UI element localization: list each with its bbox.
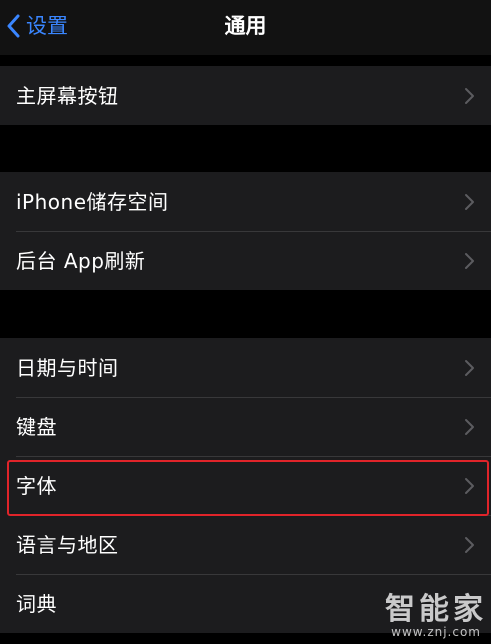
- chevron-right-icon: [465, 252, 474, 269]
- page-title: 通用: [224, 14, 267, 38]
- settings-group-locale: 日期与时间 键盘 字体 语言与地区 词典: [0, 338, 491, 633]
- settings-row-fonts[interactable]: 字体: [0, 456, 491, 515]
- chevron-right-icon: [465, 193, 474, 210]
- chevron-right-icon: [465, 477, 474, 494]
- settings-row-background-app-refresh[interactable]: 后台 App刷新: [0, 231, 491, 290]
- chevron-right-icon: [465, 536, 474, 553]
- chevron-right-icon: [465, 87, 474, 104]
- chevron-right-icon: [465, 359, 474, 376]
- settings-row-iphone-storage[interactable]: iPhone储存空间: [0, 172, 491, 231]
- row-label: 语言与地区: [16, 532, 119, 557]
- row-label: 字体: [16, 473, 57, 498]
- navigation-bar: 设置 通用: [0, 0, 491, 55]
- chevron-right-icon: [465, 418, 474, 435]
- row-label: 键盘: [16, 414, 57, 439]
- settings-row-language-region[interactable]: 语言与地区: [0, 515, 491, 574]
- watermark-logo-text: 智能家: [385, 592, 487, 627]
- settings-row-keyboard[interactable]: 键盘: [0, 397, 491, 456]
- row-label: 主屏幕按钮: [16, 83, 119, 108]
- watermark-url: www.znj.com: [391, 625, 481, 639]
- settings-group-home-button: 主屏幕按钮: [0, 66, 491, 125]
- settings-general-screen: 设置 通用 主屏幕按钮 iPhone储存空间 后台 App刷新 日期与时间 键盘…: [0, 0, 491, 644]
- watermark: 智能家 www.znj.com: [369, 594, 487, 640]
- row-label: 日期与时间: [16, 355, 119, 380]
- settings-row-date-time[interactable]: 日期与时间: [0, 338, 491, 397]
- settings-row-home-button[interactable]: 主屏幕按钮: [0, 66, 491, 125]
- settings-group-storage: iPhone储存空间 后台 App刷新: [0, 172, 491, 290]
- row-label: iPhone储存空间: [16, 189, 169, 214]
- row-label: 后台 App刷新: [16, 248, 146, 273]
